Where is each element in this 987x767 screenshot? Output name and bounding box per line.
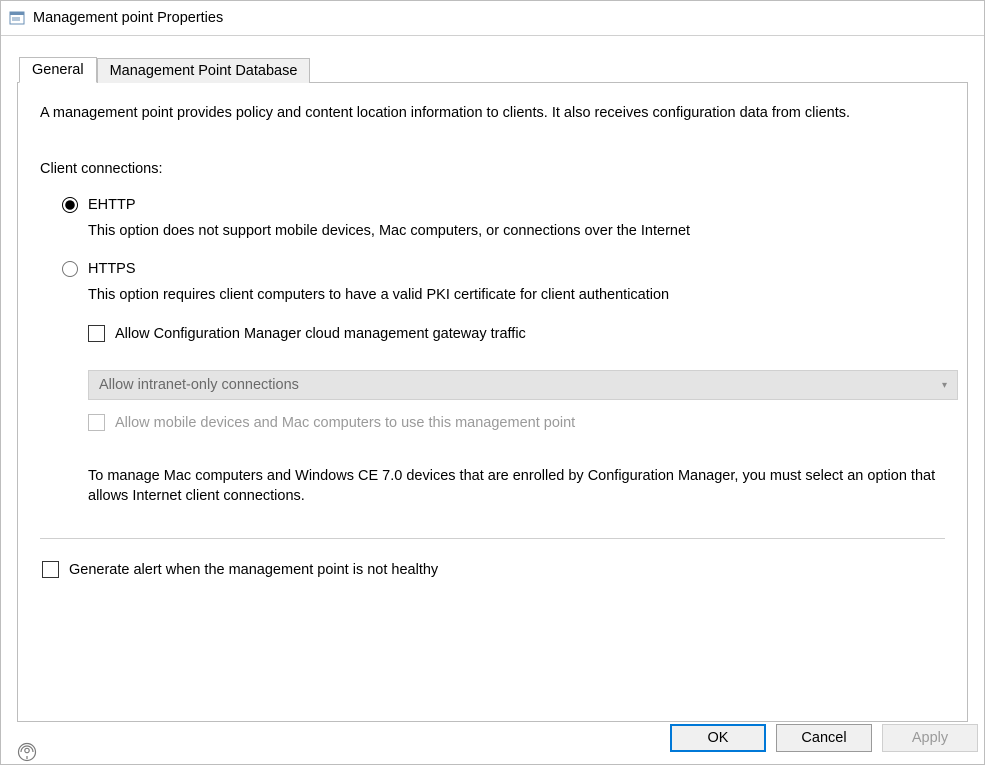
note-text: To manage Mac computers and Windows CE 7… bbox=[88, 467, 958, 506]
combo-intranet-connections[interactable]: Allow intranet-only connections ▾ bbox=[88, 370, 958, 400]
checkbox-allow-cmg[interactable] bbox=[88, 325, 105, 342]
combo-intranet-value: Allow intranet-only connections bbox=[99, 377, 299, 393]
tabstrip: General Management Point Database bbox=[19, 54, 968, 82]
client-area: General Management Point Database A mana… bbox=[1, 36, 984, 764]
description-text: A management point provides policy and c… bbox=[40, 105, 945, 121]
tab-management-point-database[interactable]: Management Point Database bbox=[97, 58, 311, 83]
tab-general[interactable]: General bbox=[19, 57, 97, 83]
radio-row-ehttp[interactable]: EHTTP bbox=[62, 197, 945, 213]
ok-button[interactable]: OK bbox=[670, 724, 766, 752]
apply-button: Apply bbox=[882, 724, 978, 752]
checkbox-generate-alert-label: Generate alert when the management point… bbox=[69, 562, 438, 578]
cancel-button[interactable]: Cancel bbox=[776, 724, 872, 752]
properties-window: Management point Properties General Mana… bbox=[0, 0, 985, 765]
window-icon bbox=[9, 10, 25, 26]
divider bbox=[40, 538, 945, 539]
client-connections-label: Client connections: bbox=[40, 161, 945, 177]
radio-https[interactable] bbox=[62, 261, 78, 277]
radio-row-https[interactable]: HTTPS bbox=[62, 261, 945, 277]
chevron-down-icon: ▾ bbox=[942, 380, 947, 391]
help-area bbox=[17, 742, 37, 762]
check-row-generate-alert[interactable]: Generate alert when the management point… bbox=[42, 561, 945, 578]
tabpage-general: A management point provides policy and c… bbox=[17, 82, 968, 722]
checkbox-allow-mobile-label: Allow mobile devices and Mac computers t… bbox=[115, 415, 575, 431]
window-title: Management point Properties bbox=[33, 10, 223, 26]
radio-https-label: HTTPS bbox=[88, 261, 136, 277]
check-row-allow-cmg[interactable]: Allow Configuration Manager cloud manage… bbox=[88, 325, 945, 342]
titlebar: Management point Properties bbox=[1, 1, 984, 36]
radio-ehttp-label: EHTTP bbox=[88, 197, 136, 213]
dialog-button-row: OK Cancel Apply bbox=[670, 724, 984, 764]
check-row-allow-mobile: Allow mobile devices and Mac computers t… bbox=[88, 414, 945, 431]
ehttp-subtext: This option does not support mobile devi… bbox=[88, 223, 945, 239]
https-subtext: This option requires client computers to… bbox=[88, 287, 945, 303]
checkbox-allow-cmg-label: Allow Configuration Manager cloud manage… bbox=[115, 326, 526, 342]
help-icon[interactable] bbox=[17, 742, 37, 762]
radio-ehttp[interactable] bbox=[62, 197, 78, 213]
checkbox-allow-mobile bbox=[88, 414, 105, 431]
checkbox-generate-alert[interactable] bbox=[42, 561, 59, 578]
